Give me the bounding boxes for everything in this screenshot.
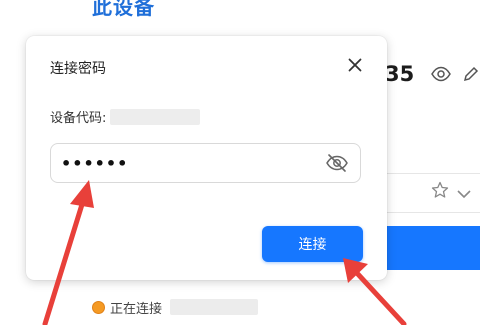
redacted-device-name — [170, 299, 259, 315]
status-dot-icon — [92, 300, 105, 314]
eye-icon[interactable] — [431, 66, 451, 86]
device-code-label: 设备代码: — [50, 111, 107, 126]
password-field[interactable]: •••••• — [50, 143, 361, 183]
eye-slash-icon[interactable] — [324, 152, 350, 174]
connection-status: 正在连接 — [92, 298, 259, 317]
connect-button[interactable]: 连接 — [262, 226, 363, 262]
dialog-title: 连接密码 — [50, 61, 106, 77]
password-value[interactable]: •••••• — [61, 154, 324, 173]
redacted-device-code — [110, 108, 201, 125]
close-icon[interactable] — [344, 54, 366, 76]
device-code-row: 设备代码: — [50, 107, 201, 126]
device-code-display: 35 — [385, 62, 415, 86]
chevron-down-icon[interactable] — [457, 184, 471, 203]
connect-password-dialog: 连接密码 设备代码: •••••• 连接 — [26, 36, 387, 280]
edit-icon[interactable] — [462, 66, 480, 86]
page-title: 此设备 — [92, 0, 155, 19]
status-text: 正在连接 — [110, 301, 163, 317]
star-icon[interactable] — [431, 181, 449, 203]
background-connect-button[interactable] — [380, 226, 480, 270]
